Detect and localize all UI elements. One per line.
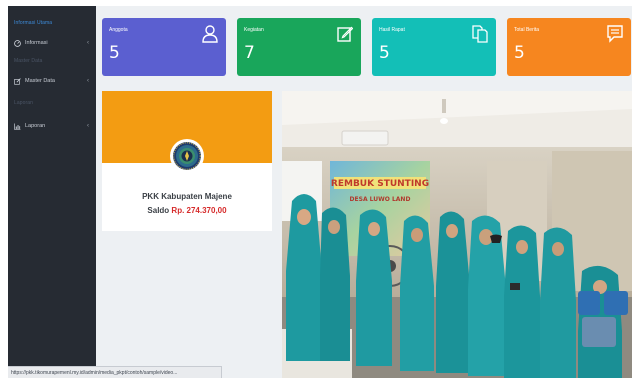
stat-value: 5	[379, 43, 390, 63]
edit-icon	[14, 77, 21, 85]
stat-card-total-berita[interactable]: Total Berita 5	[507, 18, 631, 76]
sidebar-item-informasi[interactable]: Informasi ‹	[8, 36, 96, 50]
sidebar-heading-main: Informasi Utama	[14, 20, 53, 26]
sidebar: Informasi Utama Informasi ‹ Master Data …	[8, 6, 96, 378]
sidebar-heading-master: Master Data	[14, 58, 43, 64]
stat-card-anggota[interactable]: Anggota 5	[102, 18, 226, 76]
stat-label: Anggota	[109, 27, 128, 33]
activity-photo: REMBUK STUNTING DESA LUWO LAND	[282, 91, 632, 378]
sidebar-item-laporan[interactable]: Laporan ‹	[8, 119, 96, 133]
stat-value: 5	[109, 43, 120, 63]
chevron-left-icon: ‹	[87, 78, 89, 84]
stat-label: Total Berita	[514, 27, 540, 33]
bar-chart-icon	[14, 123, 21, 130]
sidebar-item-label: Master Data	[25, 78, 55, 84]
stat-label: Hasil Rapat	[379, 27, 405, 33]
chevron-left-icon: ‹	[87, 123, 89, 129]
edit-icon	[337, 25, 354, 43]
organization-logo	[170, 139, 204, 173]
banner-title: REMBUK STUNTING	[331, 179, 429, 189]
copy-icon	[472, 25, 488, 43]
user-icon	[202, 25, 218, 43]
app-window: Informasi Utama Informasi ‹ Master Data …	[8, 6, 632, 378]
browser-status-bar: https://pkk.tikomurapemenl.my.id/admin/m…	[8, 366, 222, 378]
comment-icon	[607, 25, 623, 43]
balance-amount: Rp. 274.370,00	[171, 206, 227, 215]
stat-label: Kegiatan	[244, 27, 264, 33]
profile-card: PKK Kabupaten Majene Saldo Rp. 274.370,0…	[102, 91, 272, 231]
stat-value: 7	[244, 43, 255, 63]
sidebar-heading-laporan: Laporan	[14, 100, 34, 106]
stat-value: 5	[514, 43, 525, 63]
balance-label: Saldo	[147, 206, 170, 215]
banner-subtitle: DESA LUWO LAND	[350, 196, 411, 203]
organization-name: PKK Kabupaten Majene	[142, 192, 232, 201]
stat-card-kegiatan[interactable]: Kegiatan 7	[237, 18, 361, 76]
sidebar-item-master-data[interactable]: Master Data ‹	[8, 74, 96, 88]
gauge-icon	[14, 39, 21, 47]
stat-card-hasil-rapat[interactable]: Hasil Rapat 5	[372, 18, 496, 76]
sidebar-item-label: Laporan	[25, 123, 46, 129]
balance-text: Saldo Rp. 274.370,00	[102, 206, 272, 215]
status-url: https://pkk.tikomurapemenl.my.id/admin/m…	[11, 369, 178, 376]
chevron-left-icon: ‹	[87, 40, 89, 46]
sidebar-item-label: Informasi	[25, 40, 48, 46]
